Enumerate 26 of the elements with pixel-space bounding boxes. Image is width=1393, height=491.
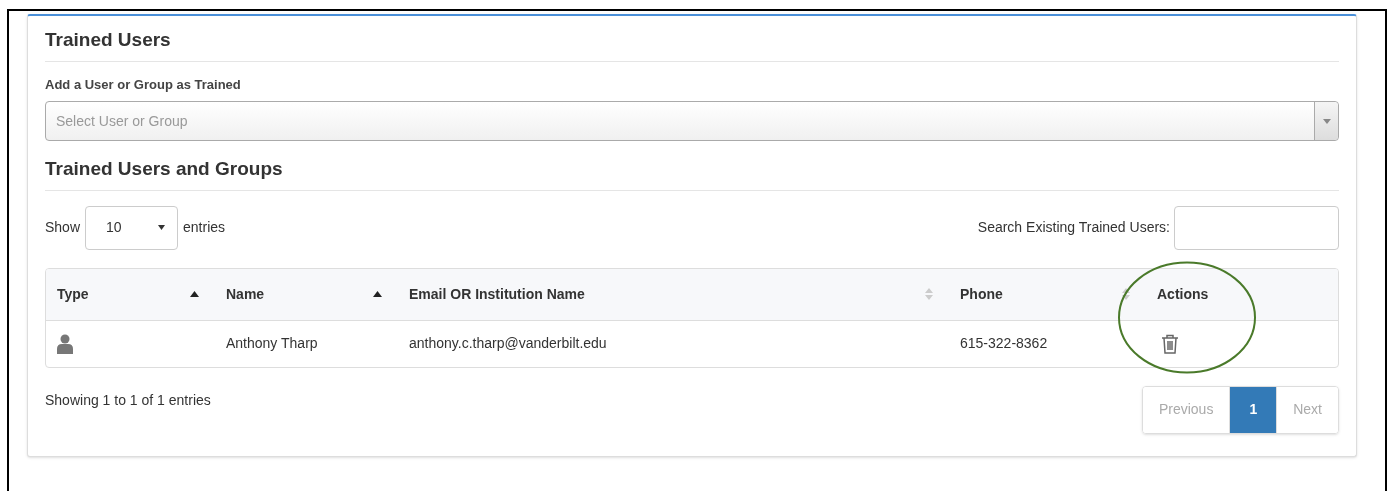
section-title: Trained Users and Groups: [45, 155, 1339, 191]
table-info: Showing 1 to 1 of 1 entries: [45, 390, 211, 410]
trash-icon[interactable]: [1161, 333, 1179, 354]
field-label: Add a User or Group as Trained: [45, 75, 242, 94]
search-field[interactable]: [1174, 205, 1339, 250]
column-header[interactable]: Phone: [960, 283, 1003, 305]
show-label: Show: [45, 218, 81, 237]
table-cell: Anthony Tharp: [226, 335, 318, 351]
column-header[interactable]: Type: [57, 283, 89, 305]
sort-both-icon[interactable]: [1122, 288, 1130, 300]
table-cell: anthony.c.tharp@vanderbilt.edu: [409, 335, 607, 351]
page-length-select[interactable]: 10: [85, 205, 179, 250]
table-cell: 615-322-8362: [960, 335, 1048, 351]
entries-label: entries: [183, 218, 226, 237]
select-placeholder: Select User or Group: [55, 111, 189, 131]
search-label: Search Existing Trained Users:: [977, 218, 1170, 237]
column-header[interactable]: Actions: [1157, 283, 1209, 305]
dropdown-arrow-icon: [158, 225, 166, 230]
dropdown-arrow-icon[interactable]: [1322, 118, 1331, 124]
person-icon: [57, 333, 73, 354]
sort-ascending-icon[interactable]: [190, 291, 199, 297]
sort-ascending-icon[interactable]: [373, 291, 382, 297]
pagination-button[interactable]: 1: [1229, 386, 1277, 433]
column-header[interactable]: Name: [226, 283, 265, 305]
panel-title: Trained Users: [45, 26, 1339, 62]
column-header[interactable]: Email OR Institution Name: [409, 283, 585, 305]
